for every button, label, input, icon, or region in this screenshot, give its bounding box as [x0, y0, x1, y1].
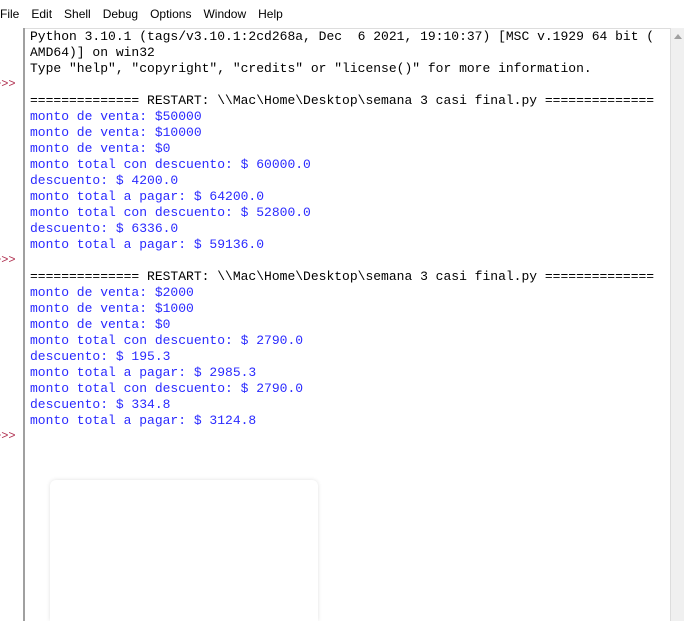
menu-window[interactable]: Window: [197, 4, 252, 24]
input-line[interactable]: [25, 429, 670, 445]
output-line: monto total con descuento: $ 60000.0: [30, 157, 311, 172]
banner-line: Type "help", "copyright", "credits" or "…: [30, 61, 592, 76]
blank-prompt-line: [25, 77, 670, 93]
vertical-scrollbar[interactable]: [670, 28, 684, 621]
menu-options[interactable]: Options: [144, 4, 197, 24]
output-line: monto total con descuento: $ 2790.0: [30, 381, 304, 396]
shell-prompt: >>>: [0, 253, 16, 267]
shell-prompt: >>>: [0, 77, 16, 91]
output-line: monto de venta: $0: [30, 317, 171, 332]
shell-prompt: >>>: [0, 429, 16, 443]
menu-debug[interactable]: Debug: [97, 4, 144, 24]
output-line: monto total a pagar: $ 3124.8: [30, 413, 257, 428]
popup-panel: [50, 480, 318, 621]
output-line: monto total a pagar: $ 59136.0: [30, 237, 265, 252]
output-line: monto de venta: $50000: [30, 109, 202, 124]
output-line: monto total a pagar: $ 2985.3: [30, 365, 257, 380]
output-line: monto total a pagar: $ 64200.0: [30, 189, 265, 204]
banner-line: AMD64)] on win32: [30, 45, 155, 60]
output-line: monto de venta: $1000: [30, 301, 194, 316]
output-line: monto de venta: $0: [30, 141, 171, 156]
output-line: monto de venta: $10000: [30, 125, 202, 140]
output-line: descuento: $ 195.3: [30, 349, 171, 364]
restart-line: ============== RESTART: \\Mac\Home\Deskt…: [30, 269, 655, 284]
banner-line: Python 3.10.1 (tags/v3.10.1:2cd268a, Dec…: [30, 29, 655, 44]
output-line: descuento: $ 6336.0: [30, 221, 179, 236]
menu-help[interactable]: Help: [252, 4, 289, 24]
blank-prompt-line: [25, 253, 670, 269]
menu-bar: File Edit Shell Debug Options Window Hel…: [0, 0, 684, 28]
menu-file[interactable]: File: [0, 4, 25, 24]
output-line: monto total con descuento: $ 2790.0: [30, 333, 304, 348]
prompt-gutter: >>> >>> >>>: [0, 28, 23, 621]
output-line: monto total con descuento: $ 52800.0: [30, 205, 311, 220]
menu-shell[interactable]: Shell: [58, 4, 97, 24]
restart-line: ============== RESTART: \\Mac\Home\Deskt…: [30, 93, 655, 108]
scroll-up-arrow-icon[interactable]: [674, 34, 682, 39]
shell-text-area[interactable]: Python 3.10.1 (tags/v3.10.1:2cd268a, Dec…: [25, 28, 670, 445]
output-line: monto de venta: $2000: [30, 285, 194, 300]
output-line: descuento: $ 4200.0: [30, 173, 179, 188]
output-line: descuento: $ 334.8: [30, 397, 171, 412]
menu-edit[interactable]: Edit: [25, 4, 58, 24]
